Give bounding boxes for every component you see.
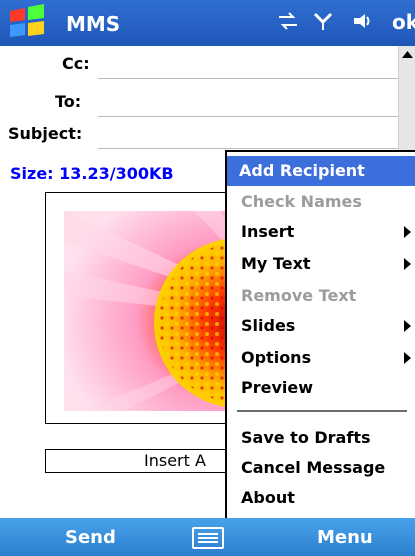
submenu-arrow-icon (404, 258, 411, 270)
to-field[interactable] (98, 86, 398, 117)
menu-item-label: Add Recipient (239, 161, 365, 180)
subject-row: Subject: (0, 118, 415, 150)
volume-icon[interactable] (352, 12, 372, 30)
menu-softkey[interactable]: Menu (317, 527, 373, 548)
title-bar: MMS ok (0, 0, 415, 46)
menu-divider (237, 410, 407, 412)
cc-field[interactable] (98, 48, 398, 79)
menu-item-cancel-message[interactable]: Cancel Message (241, 458, 385, 477)
ok-button[interactable]: ok (392, 10, 415, 34)
menu-item-check-names[interactable]: Check Names (241, 192, 362, 211)
menu-item-label: Slides (241, 316, 296, 335)
send-softkey[interactable]: Send (65, 527, 116, 548)
menu-item-label: Options (241, 348, 312, 367)
menu-item-about[interactable]: About (241, 488, 295, 507)
subject-label: Subject: (8, 124, 83, 143)
to-row: To: (0, 86, 415, 118)
signal-icon[interactable] (313, 12, 333, 30)
to-label: To: (55, 92, 82, 111)
submenu-arrow-icon (404, 226, 411, 238)
menu-item-add-recipient[interactable]: Add Recipient (227, 156, 415, 186)
softkey-bar: Send Menu (0, 518, 415, 556)
keyboard-icon[interactable] (192, 527, 224, 549)
cc-label: Cc: (62, 54, 90, 73)
context-menu: Add Recipient Check Names Insert My Text… (225, 150, 415, 520)
insert-text-placeholder: Insert A (144, 451, 206, 470)
menu-item-preview[interactable]: Preview (241, 378, 313, 397)
scroll-up-icon[interactable] (400, 48, 415, 60)
submenu-arrow-icon (404, 320, 411, 332)
message-size: Size: 13.23/300KB (10, 164, 174, 183)
app-title: MMS (66, 12, 121, 36)
menu-item-save-to-drafts[interactable]: Save to Drafts (241, 428, 370, 447)
menu-item-label: My Text (241, 254, 311, 273)
sync-icon[interactable] (277, 12, 299, 30)
menu-item-label: Insert (241, 222, 295, 241)
subject-field[interactable] (98, 118, 398, 149)
menu-item-insert[interactable]: Insert (241, 222, 294, 241)
menu-item-slides[interactable]: Slides (241, 316, 295, 335)
cc-row: Cc: (0, 48, 415, 80)
menu-item-options[interactable]: Options (241, 348, 311, 367)
submenu-arrow-icon (404, 352, 411, 364)
windows-flag-icon[interactable] (7, 4, 47, 42)
menu-item-remove-text[interactable]: Remove Text (241, 286, 356, 305)
menu-item-my-text[interactable]: My Text (241, 254, 311, 273)
